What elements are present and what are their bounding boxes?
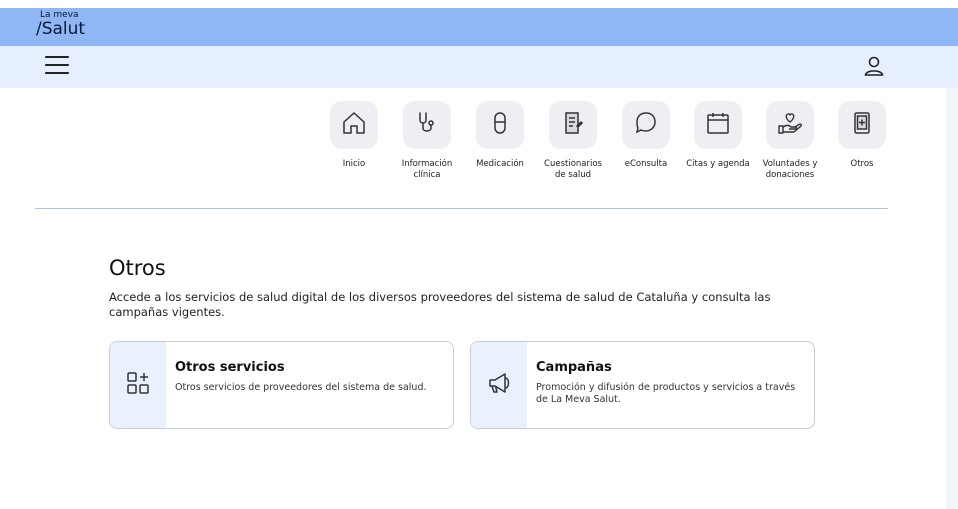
tile-inicio-box bbox=[330, 101, 378, 149]
tile-informacion-clinica-box bbox=[403, 101, 451, 149]
tile-econsulta[interactable]: eConsulta bbox=[611, 101, 681, 170]
tile-cuestionarios-box bbox=[549, 101, 597, 149]
card-otros-servicios-description: Otros servicios de proveedores del siste… bbox=[175, 382, 427, 393]
tile-medicacion-label: Medicación bbox=[476, 159, 524, 169]
card-otros-servicios-icon-area bbox=[110, 342, 166, 428]
tile-medicacion[interactable]: Medicación bbox=[465, 101, 535, 170]
calendar-icon bbox=[705, 110, 731, 140]
tile-cuestionarios-label: Cuestionarios de salud bbox=[544, 159, 602, 180]
tile-medicacion-box bbox=[476, 101, 524, 149]
hamburger-menu-icon[interactable] bbox=[45, 56, 69, 76]
heart-hand-icon bbox=[776, 110, 804, 140]
logo[interactable]: La meva /Salut bbox=[36, 11, 85, 38]
logo-title: /Salut bbox=[36, 19, 86, 39]
page-description: Accede a los servicios de salud digital … bbox=[109, 290, 771, 319]
tablet-icon bbox=[849, 110, 875, 140]
tile-citas-label: Citas y agenda bbox=[686, 159, 750, 169]
home-icon bbox=[341, 110, 367, 140]
page-title: Otros bbox=[109, 256, 166, 280]
card-campanas-icon-area bbox=[471, 342, 527, 428]
tile-cuestionarios-de-salud[interactable]: Cuestionarios de salud bbox=[538, 101, 608, 180]
tile-citas-y-agenda[interactable]: Citas y agenda bbox=[683, 101, 753, 170]
stethoscope-icon bbox=[414, 110, 440, 140]
top-navigation-bar bbox=[0, 46, 958, 88]
window-top-margin bbox=[0, 0, 958, 8]
card-campanas-title: Campañas bbox=[536, 360, 612, 375]
pill-icon bbox=[487, 110, 513, 140]
tile-citas-box bbox=[694, 101, 742, 149]
card-campanas[interactable]: Campañas Promoción y difusión de product… bbox=[470, 341, 815, 429]
card-campanas-description: Promoción y difusión de productos y serv… bbox=[536, 382, 796, 405]
tile-econsulta-box bbox=[622, 101, 670, 149]
tile-econsulta-label: eConsulta bbox=[624, 159, 668, 169]
megaphone-icon bbox=[486, 370, 512, 400]
tile-informacion-clinica-label: Información clínica bbox=[401, 159, 453, 180]
service-tiles: Inicio Información clínica Medicación Cu… bbox=[0, 101, 958, 201]
apps-grid-plus-icon bbox=[125, 370, 151, 400]
tile-inicio[interactable]: Inicio bbox=[319, 101, 389, 170]
tile-inicio-label: Inicio bbox=[342, 159, 366, 169]
user-icon[interactable] bbox=[862, 54, 886, 78]
questionnaire-icon bbox=[560, 110, 586, 140]
tile-otros-box bbox=[838, 101, 886, 149]
tile-otros-label: Otros bbox=[850, 159, 874, 169]
chat-bubble-icon bbox=[633, 110, 659, 140]
tile-informacion-clinica[interactable]: Información clínica bbox=[392, 101, 462, 180]
card-otros-servicios[interactable]: Otros servicios Otros servicios de prove… bbox=[109, 341, 454, 429]
tile-voluntades-y-donaciones[interactable]: Voluntades y donaciones bbox=[755, 101, 825, 180]
tile-otros[interactable]: Otros bbox=[827, 101, 897, 170]
card-otros-servicios-title: Otros servicios bbox=[175, 360, 285, 375]
tile-voluntades-box bbox=[766, 101, 814, 149]
brand-header: La meva /Salut bbox=[0, 8, 958, 46]
section-divider bbox=[35, 208, 888, 209]
tile-voluntades-label: Voluntades y donaciones bbox=[762, 159, 818, 180]
